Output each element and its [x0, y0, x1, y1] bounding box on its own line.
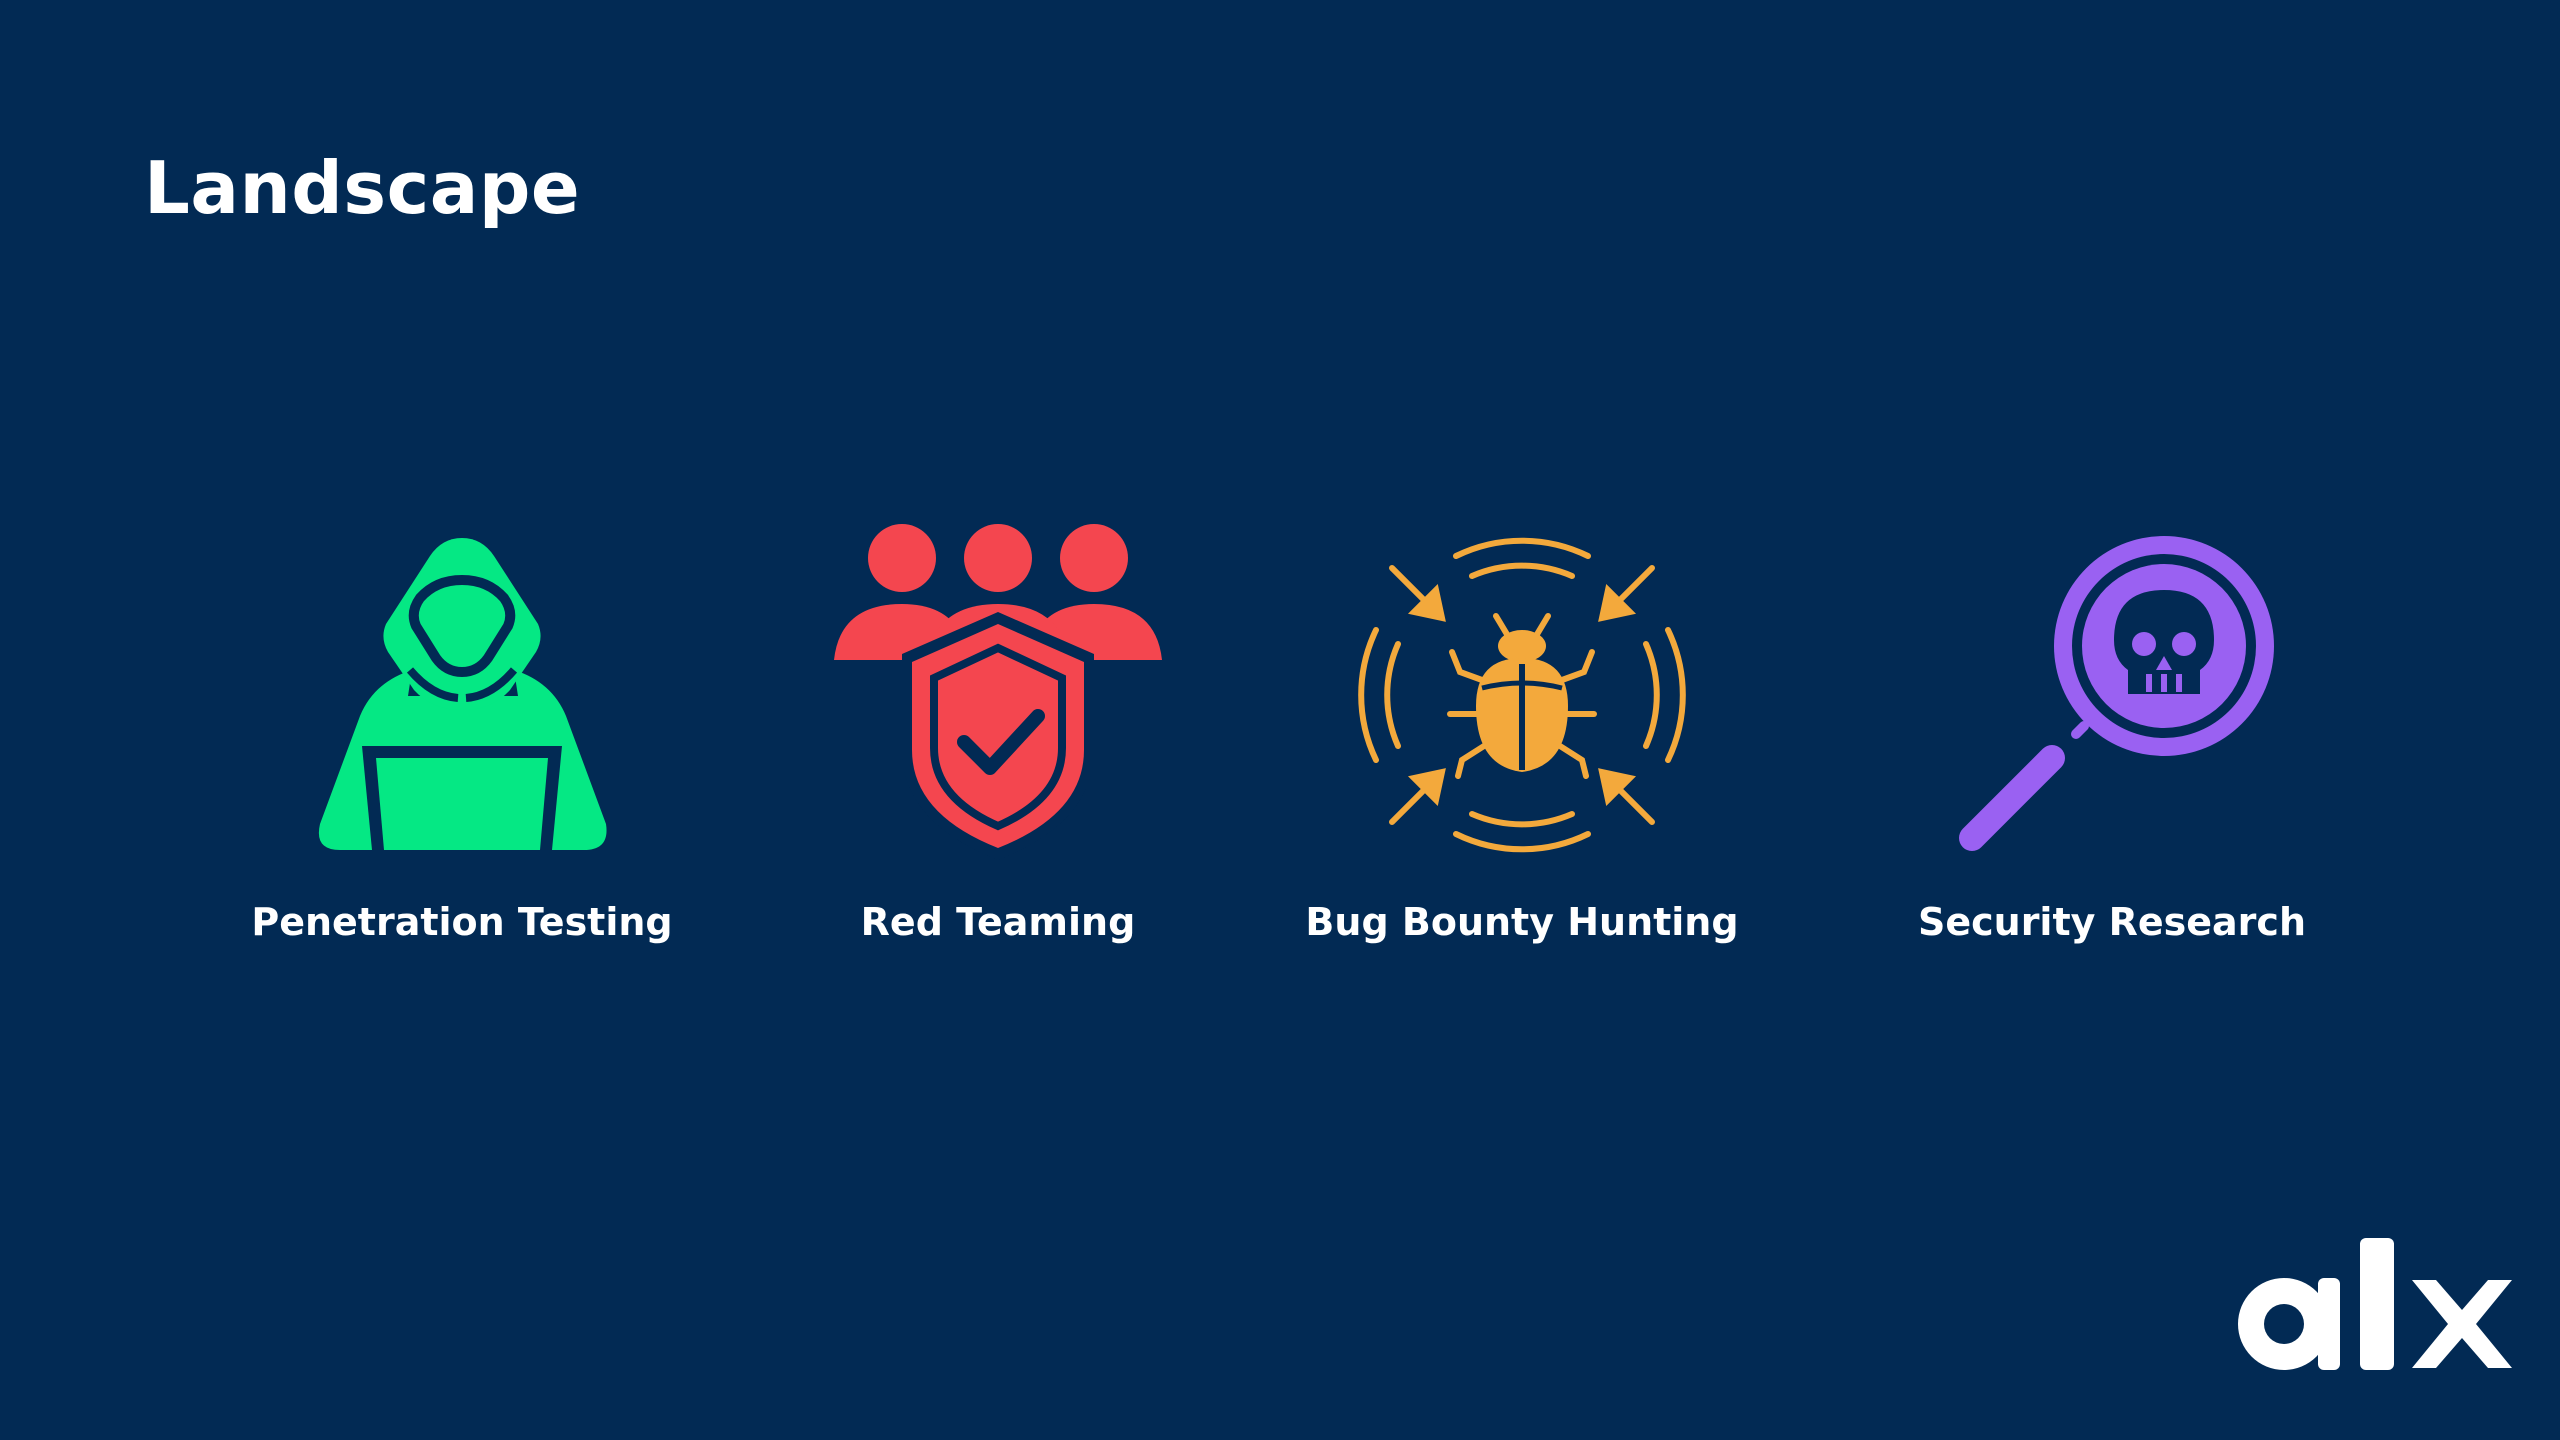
- item-label: Penetration Testing: [251, 900, 673, 944]
- landscape-item-red-teaming: Red Teaming: [758, 520, 1238, 944]
- landscape-item-bug-bounty-hunting: Bug Bounty Hunting: [1282, 520, 1762, 944]
- slide: Landscape Penetration Testing Red Teamin…: [0, 0, 2560, 1440]
- landscape-item-security-research: Security Research: [1872, 520, 2352, 944]
- alx-logo: alx: [2226, 1238, 2512, 1370]
- logo-text: alx: [2226, 1238, 2228, 1239]
- team-shield-check-icon: [834, 524, 1162, 860]
- page-title: Landscape: [144, 146, 581, 230]
- item-label: Security Research: [1917, 900, 2307, 944]
- item-label: Red Teaming: [860, 900, 1136, 944]
- landscape-item-penetration-testing: Penetration Testing: [222, 520, 702, 944]
- hooded-hacker-icon: [318, 538, 607, 850]
- item-label: Bug Bounty Hunting: [1305, 900, 1739, 944]
- magnifier-skull-icon: [1959, 536, 2274, 851]
- bug-target-icon: [1358, 537, 1686, 853]
